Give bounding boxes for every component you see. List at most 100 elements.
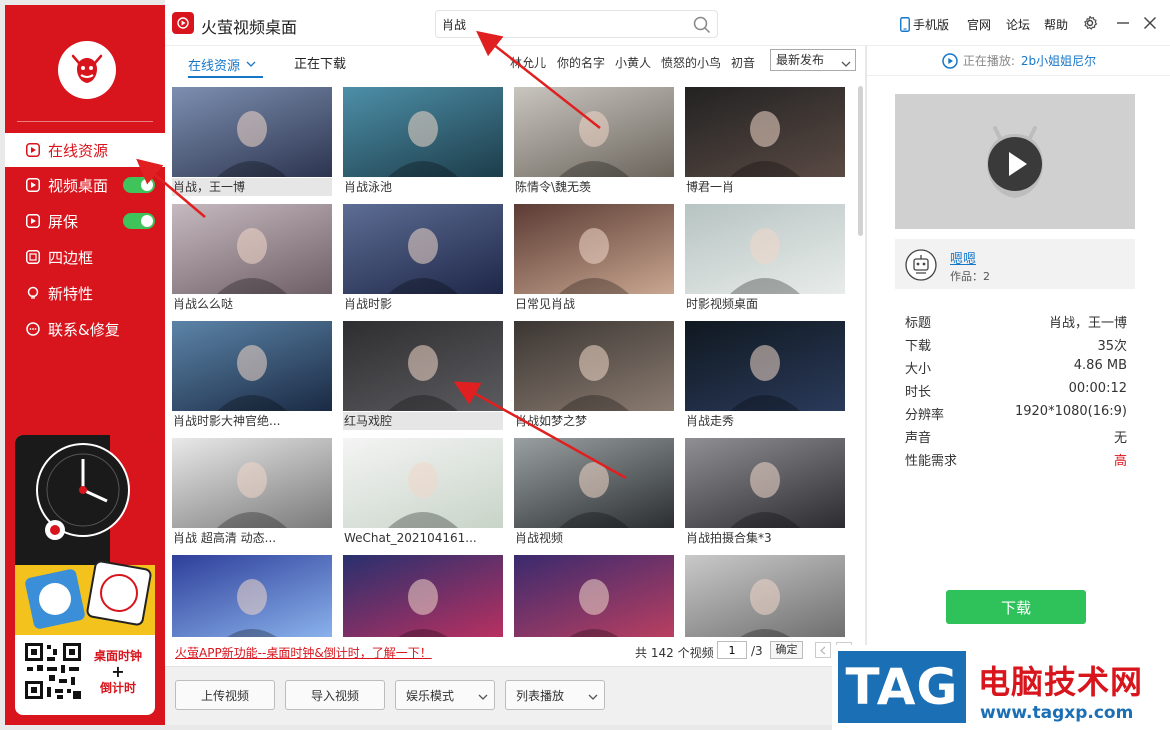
video-thumbnail[interactable] <box>685 438 845 528</box>
video-thumbnail[interactable] <box>343 555 503 637</box>
video-card[interactable]: 肖战时影 <box>343 204 503 314</box>
video-card[interactable]: 日常见肖战 <box>514 204 674 314</box>
video-thumbnail[interactable] <box>343 438 503 528</box>
video-card[interactable]: 陈情令\魏无羡 <box>514 87 674 197</box>
video-title: 肖战视频 <box>515 531 564 545</box>
video-thumbnail[interactable] <box>172 204 332 294</box>
play-button-icon[interactable] <box>965 112 1065 212</box>
sidebar-item-online[interactable]: 在线资源 <box>5 133 165 167</box>
video-card[interactable]: 肖战时影大神官绝... <box>172 321 332 431</box>
sort-dropdown[interactable]: 最新发布 <box>770 49 856 71</box>
sidebar-item-border-frame[interactable]: 四边框 <box>5 240 165 274</box>
video-card[interactable]: 肖战泳池 <box>343 87 503 197</box>
video-card[interactable] <box>514 555 674 637</box>
import-video-button[interactable]: 导入视频 <box>285 680 385 710</box>
download-button[interactable]: 下载 <box>946 590 1086 624</box>
video-card[interactable]: 肖战视频 <box>514 438 674 548</box>
chevron-down-icon <box>588 689 598 703</box>
hot-tag[interactable]: 小黄人 <box>615 54 651 71</box>
video-card[interactable]: 肖战如梦之梦 <box>514 321 674 431</box>
video-card[interactable]: 肖战，王一博 <box>172 87 332 197</box>
video-card[interactable]: WeChat_202104161... <box>343 438 503 548</box>
video-thumbnail[interactable] <box>685 321 845 411</box>
video-title: 陈情令\魏无羡 <box>515 180 592 194</box>
tab-label: 在线资源 <box>188 58 241 74</box>
video-card[interactable]: 肖战么么哒 <box>172 204 332 314</box>
avatar[interactable] <box>905 249 937 281</box>
site-watermark: TAG 电脑技术网 www.tagxp.com <box>832 645 1170 730</box>
video-thumbnail[interactable] <box>514 87 674 177</box>
upload-video-button[interactable]: 上传视频 <box>175 680 275 710</box>
video-thumbnail[interactable] <box>514 438 674 528</box>
close-icon[interactable] <box>1141 14 1159 32</box>
sidebar: 在线资源 视频桌面 屏保 四边框 新特性 联系&修复 桌面时钟 + 倒计时 <box>5 5 165 725</box>
video-title: 肖战泳池 <box>344 180 393 194</box>
sidebar-item-new-features[interactable]: 新特性 <box>5 276 165 310</box>
promo-plus: + <box>111 662 125 681</box>
search-box[interactable] <box>435 10 718 38</box>
mode-dropdown[interactable]: 娱乐模式 <box>395 680 495 710</box>
info-value: 高 <box>1113 454 1127 469</box>
play-icon <box>25 177 41 193</box>
video-thumbnail[interactable] <box>685 204 845 294</box>
video-desktop-toggle[interactable] <box>123 177 155 193</box>
video-thumbnail[interactable] <box>685 87 845 177</box>
video-card[interactable] <box>685 555 845 637</box>
video-thumbnail[interactable] <box>172 321 332 411</box>
video-card[interactable]: 肖战 超高清 动态... <box>172 438 332 548</box>
video-card[interactable]: 红马戏腔 <box>343 321 503 431</box>
firefly-logo-icon <box>58 41 116 99</box>
hot-tag[interactable]: 你的名字 <box>557 54 605 71</box>
video-thumbnail[interactable] <box>514 321 674 411</box>
video-thumbnail[interactable] <box>514 204 674 294</box>
playlist-dropdown[interactable]: 列表播放 <box>505 680 605 710</box>
video-thumbnail[interactable] <box>343 321 503 411</box>
author-name-link[interactable]: 嗯嗯 <box>950 248 976 267</box>
link-help[interactable]: 帮助 <box>1044 16 1068 33</box>
page-number-input[interactable] <box>717 641 747 659</box>
new-feature-promo-link[interactable]: 火萤APP新功能--桌面时钟&倒计时，了解一下！ <box>175 644 432 661</box>
mode-selected-value: 娱乐模式 <box>406 688 455 703</box>
video-card[interactable]: 时影视频桌面 <box>685 204 845 314</box>
video-card[interactable]: 肖战拍摄合集*3 <box>685 438 845 548</box>
video-thumbnail[interactable] <box>343 87 503 177</box>
video-preview[interactable] <box>895 94 1135 229</box>
tab-online-resources[interactable]: 在线资源 <box>188 52 263 78</box>
mobile-icon[interactable] <box>899 15 911 33</box>
video-thumbnail[interactable] <box>172 438 332 528</box>
info-key: 下载 <box>905 339 932 354</box>
tab-downloading[interactable]: 正在下载 <box>294 52 346 78</box>
screensaver-toggle[interactable] <box>123 213 155 229</box>
search-input[interactable] <box>442 15 682 33</box>
frame-icon <box>25 249 41 265</box>
video-card[interactable]: 肖战走秀 <box>685 321 845 431</box>
gear-icon[interactable] <box>1081 14 1099 32</box>
hot-tag[interactable]: 愤怒的小鸟 <box>661 54 721 71</box>
video-thumbnail[interactable] <box>172 87 332 177</box>
page-confirm-button[interactable]: 确定 <box>770 641 803 659</box>
sidebar-item-contact-repair[interactable]: 联系&修复 <box>5 312 165 346</box>
playlist-selected-value: 列表播放 <box>516 688 565 703</box>
hot-tag[interactable]: 初音 <box>731 54 755 71</box>
video-card[interactable] <box>172 555 332 637</box>
link-official-site[interactable]: 官网 <box>967 16 991 33</box>
prev-page-icon[interactable] <box>815 642 831 658</box>
video-thumbnail[interactable] <box>685 555 845 637</box>
minimize-icon[interactable] <box>1114 14 1132 32</box>
total-suffix: 个视频 <box>677 646 714 660</box>
video-thumbnail[interactable] <box>514 555 674 637</box>
video-title: 肖战时影 <box>344 297 393 311</box>
search-icon[interactable] <box>693 16 711 37</box>
video-card[interactable] <box>343 555 503 637</box>
link-forum[interactable]: 论坛 <box>1006 16 1030 33</box>
link-mobile[interactable]: 手机版 <box>913 16 949 33</box>
grid-scrollbar[interactable] <box>858 86 863 236</box>
video-thumbnail[interactable] <box>172 555 332 637</box>
video-title: 肖战时影大神官绝... <box>173 414 281 428</box>
now-playing-title[interactable]: 2b小姐姐尼尔 <box>1021 52 1096 69</box>
video-card[interactable]: 博君一肖 <box>685 87 845 197</box>
clock-countdown-promo[interactable]: 桌面时钟 + 倒计时 <box>15 435 155 715</box>
video-thumbnail[interactable] <box>343 204 503 294</box>
promo-line-countdown: 倒计时 <box>99 681 136 695</box>
hot-tag[interactable]: 林允儿 <box>510 54 546 71</box>
